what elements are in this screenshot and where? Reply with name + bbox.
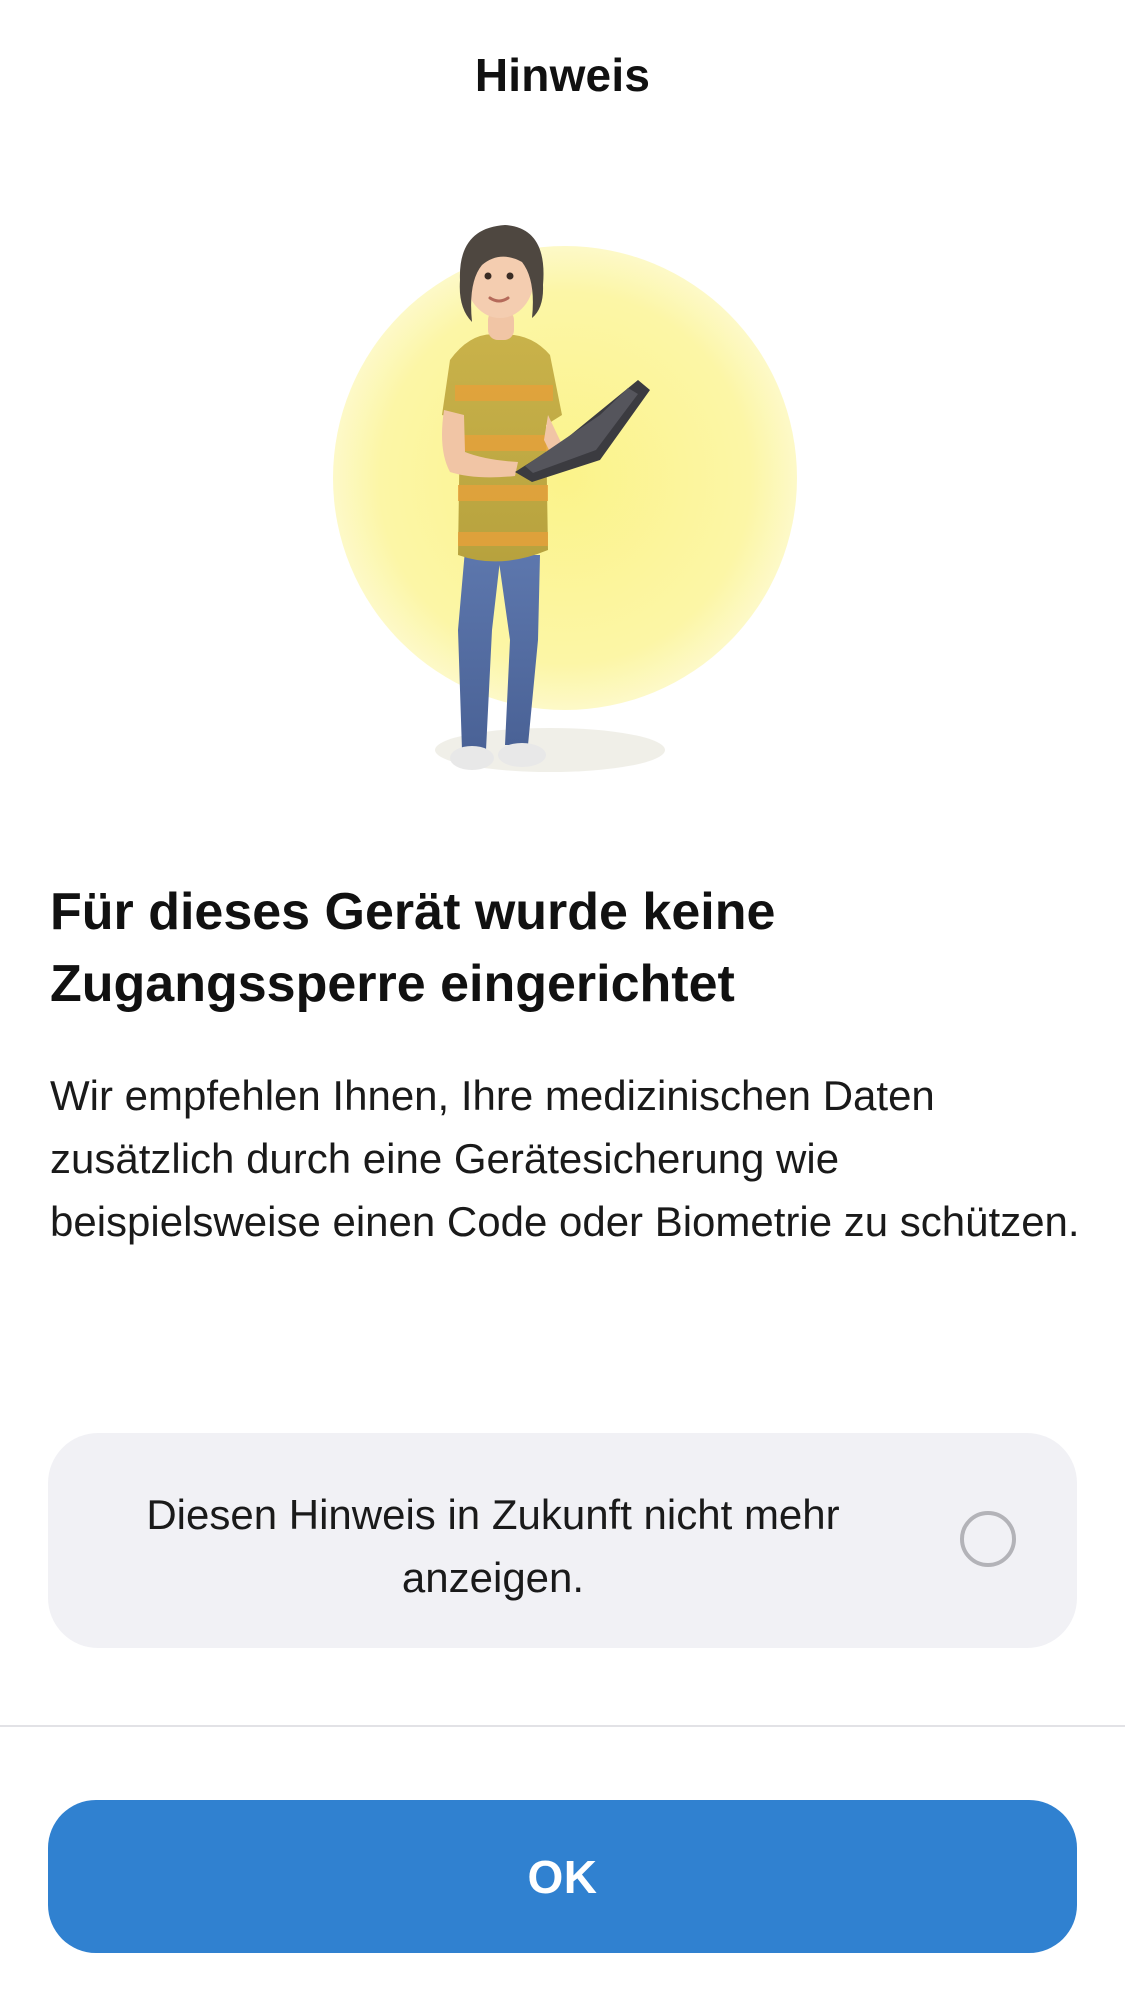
sun-circle [333,246,797,710]
footer-divider [0,1725,1125,1727]
page-title: Hinweis [474,49,651,101]
ok-button[interactable]: OK [48,1800,1077,1953]
notice-headline: Für dieses Gerät wurde keine Zugangssper… [50,883,776,1013]
person-with-laptop-illustration [333,225,797,772]
notice-body-text: Wir empfehlen Ihnen, Ihre medizinischen … [50,1072,1080,1245]
right-shoe [498,743,546,767]
radio-circle-icon[interactable] [960,1511,1016,1567]
left-shoe [450,746,494,770]
dont-show-again-option[interactable]: Diesen Hinweis in Zukunft nicht mehr anz… [48,1433,1077,1648]
dont-show-again-label: Diesen Hinweis in Zukunft nicht mehr anz… [146,1491,840,1601]
